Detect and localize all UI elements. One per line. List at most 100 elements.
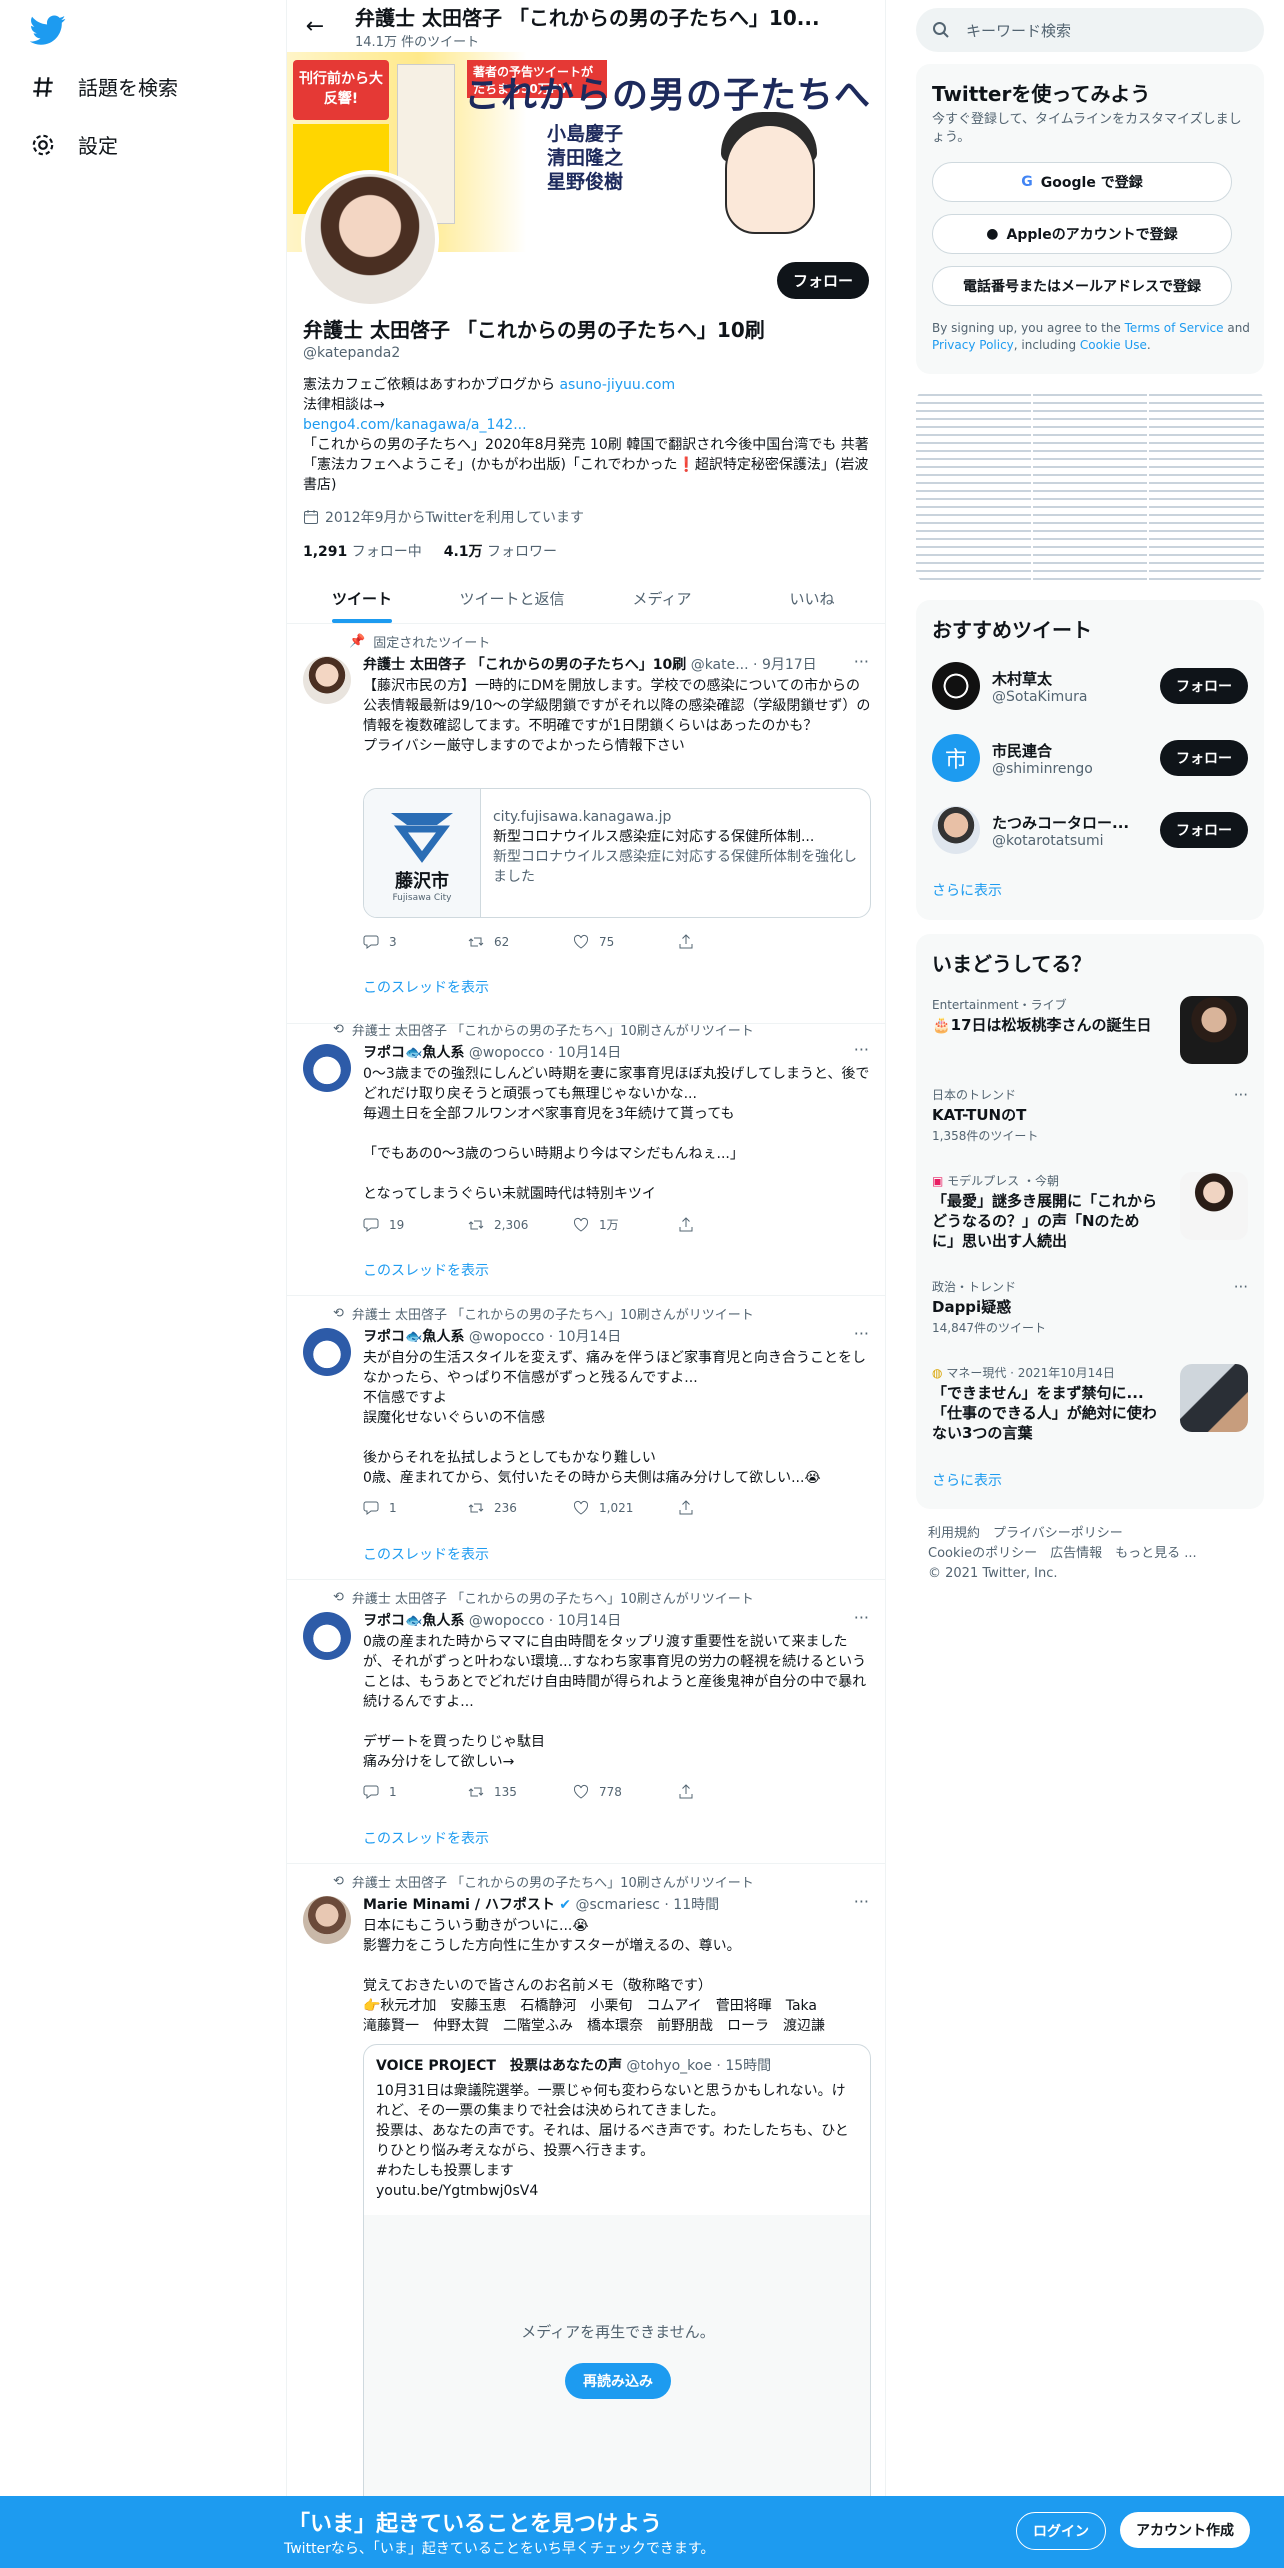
profile-name: 弁護士 太田啓子 「これからの男の子たちへ」10刷 — [303, 318, 765, 342]
share-button[interactable] — [678, 1784, 783, 1800]
show-thread-link[interactable]: このスレッドを表示 — [363, 1544, 489, 1564]
phone-email-signup-button[interactable]: 電話番号またはメールアドレスで登録 — [932, 266, 1232, 306]
retweet-button[interactable]: 236 — [468, 1500, 573, 1516]
verified-badge-icon: ✔ — [559, 1897, 572, 1913]
quoted-tweet-text: 10月31日は衆議院選挙。一票じゃ何も変わらないと思うかもしれない。けれど、その… — [376, 2083, 849, 2199]
bio-link-bengo4[interactable]: bengo4.com/kanagawa/a_142... — [303, 417, 527, 433]
trend-item[interactable]: 政治・トレンド Dappi疑惑 14,847件のツイート ··· — [932, 1278, 1248, 1336]
nav-settings[interactable]: 設定 — [30, 130, 118, 159]
share-icon — [679, 1216, 693, 1231]
more-icon[interactable]: ··· — [854, 1040, 869, 1059]
media-thumb-3[interactable] — [1149, 388, 1264, 584]
avatar[interactable] — [303, 1328, 351, 1376]
tweet-retweet-quote[interactable]: ⟲ 弁護士 太田啓子 「これからの男の子たちへ」10刷さんがリツイート Mari… — [287, 1864, 885, 2568]
search-input[interactable]: キーワード検索 — [916, 8, 1264, 52]
create-account-button[interactable]: アカウント作成 — [1120, 2512, 1250, 2548]
show-thread-link[interactable]: このスレッドを表示 — [363, 1260, 489, 1280]
tweet-actions: 1 135 778 — [363, 1784, 783, 1800]
google-signup-button[interactable]: G Google で登録 — [932, 162, 1232, 202]
reply-icon — [363, 1218, 379, 1232]
suggestion-row[interactable]: 木村草太 @SotaKimura フォロー — [932, 656, 1248, 716]
tweet-text: 【藤沢市民の方】一時的にDMを開放します。学校での感染についての市からの公表情報… — [363, 678, 871, 754]
footer-copyright: © 2021 Twitter, Inc. — [928, 1566, 1058, 1581]
more-icon[interactable]: ··· — [854, 652, 869, 671]
gear-icon — [32, 134, 54, 155]
like-button[interactable]: 778 — [573, 1784, 678, 1800]
banner-title: これからの男の子たちへ — [463, 75, 871, 116]
avatar[interactable] — [303, 1896, 351, 1944]
share-icon — [679, 1784, 693, 1799]
reply-button[interactable]: 1 — [363, 1784, 468, 1800]
tab-tweets[interactable]: ツイート — [287, 570, 437, 623]
fujisawa-logo: 藤沢市 Fujisawa City — [364, 789, 481, 917]
more-icon[interactable]: ··· — [854, 1892, 869, 1911]
avatar[interactable] — [303, 656, 351, 704]
apple-signup-button[interactable]: ● Appleのアカウントで登録 — [932, 214, 1232, 254]
follow-button[interactable]: フォロー — [1160, 812, 1248, 848]
reply-button[interactable]: 1 — [363, 1500, 468, 1516]
show-more-suggestions-link[interactable]: さらに表示 — [932, 880, 1002, 900]
footer-line-2[interactable]: Cookieのポリシー 広告情報 もっと見る ... — [928, 1544, 1258, 1564]
show-thread-link[interactable]: このスレッドを表示 — [363, 1828, 489, 1848]
link-card[interactable]: 藤沢市 Fujisawa City city.fujisawa.kanagawa… — [363, 788, 871, 918]
avatar[interactable] — [303, 1044, 351, 1092]
heart-icon — [573, 1784, 589, 1799]
media-thumb-1[interactable] — [916, 388, 1031, 584]
login-button[interactable]: ログイン — [1016, 2512, 1106, 2550]
followers-stat[interactable]: 4.1万 フォロワー — [444, 541, 557, 561]
trend-item[interactable]: ▣ モデルプレス ・今朝 「最愛」謎多き展開に「これからどうなるの？」の声「Nの… — [932, 1172, 1248, 1251]
share-button[interactable] — [678, 1216, 783, 1233]
reload-button[interactable]: 再読み込み — [565, 2363, 671, 2399]
retweet-button[interactable]: 62 — [468, 934, 573, 950]
bio-link-blog[interactable]: asuno-jiyuu.com — [559, 377, 675, 393]
profile-handle: @katepanda2 — [303, 345, 401, 361]
share-button[interactable] — [678, 1500, 783, 1516]
signup-title: Twitterを使ってみよう — [932, 82, 1151, 106]
more-icon[interactable]: ··· — [854, 1324, 869, 1343]
tweet-retweet-1[interactable]: ⟲ 弁護士 太田啓子 「これからの男の子たちへ」10刷さんがリツイート ヲポコ🐟… — [287, 1012, 885, 1296]
tweet-retweet-2[interactable]: ⟲ 弁護士 太田啓子 「これからの男の子たちへ」10刷さんがリツイート ヲポコ🐟… — [287, 1296, 885, 1580]
follow-button[interactable]: フォロー — [1160, 740, 1248, 776]
back-arrow-icon[interactable]: ← — [303, 14, 327, 39]
avatar[interactable] — [303, 1612, 351, 1660]
tweet-text: 日本にもこういう動きがついに...😭 影響力をこうした方向性に生かすスターが増え… — [363, 1918, 825, 2034]
follow-button[interactable]: フォロー — [1160, 668, 1248, 704]
trend-item[interactable]: Entertainment・ライブ 🎂17日は松坂桃李さんの誕生日 — [932, 996, 1248, 1064]
trend-item[interactable]: 日本のトレンド KAT-TUNのT 1,358件のツイート ··· — [932, 1086, 1248, 1144]
follow-button[interactable]: フォロー — [776, 262, 869, 299]
quoted-tweet[interactable]: VOICE PROJECT 投票はあなたの声 @tohyo_koe · 15時間… — [363, 2044, 871, 2514]
media-mosaic[interactable] — [916, 388, 1264, 584]
media-thumb-2[interactable] — [1032, 388, 1148, 584]
more-icon[interactable]: ··· — [854, 1608, 869, 1627]
cookie-link[interactable]: Cookie Use — [1080, 338, 1147, 352]
tab-likes[interactable]: いいね — [737, 570, 885, 623]
tab-media[interactable]: メディア — [587, 570, 737, 623]
like-button[interactable]: 75 — [573, 934, 678, 950]
footer-line-1[interactable]: 利用規約 プライバシーポリシー — [928, 1524, 1258, 1544]
tab-tweets-replies[interactable]: ツイートと返信 — [437, 570, 587, 623]
following-stat[interactable]: 1,291 フォロー中 — [303, 541, 422, 561]
nav-explore[interactable]: 話題を検索 — [30, 72, 178, 101]
twitter-logo-icon[interactable] — [30, 12, 66, 48]
privacy-link[interactable]: Privacy Policy — [932, 338, 1014, 352]
suggestion-row[interactable]: 市 市民連合 @shiminrengo フォロー — [932, 728, 1248, 788]
tweet-retweet-3[interactable]: ⟲ 弁護士 太田啓子 「これからの男の子たちへ」10刷さんがリツイート ヲポコ🐟… — [287, 1580, 885, 1864]
like-button[interactable]: 1万 — [573, 1216, 678, 1233]
retweet-button[interactable]: 135 — [468, 1784, 573, 1800]
reply-button[interactable]: 19 — [363, 1216, 468, 1233]
trend-item[interactable]: ◍ マネー現代 · 2021年10月14日 「できません」をまず禁句に...「仕… — [932, 1364, 1248, 1443]
share-button[interactable] — [678, 934, 783, 950]
tweet-pinned[interactable]: 📌 固定されたツイート 弁護士 太田啓子 「これからの男の子たちへ」10刷 @k… — [287, 624, 885, 1024]
show-thread-link[interactable]: このスレッドを表示 — [363, 977, 489, 997]
profile-avatar[interactable] — [301, 170, 439, 308]
like-button[interactable]: 1,021 — [573, 1500, 678, 1516]
suggestion-row[interactable]: たつみコータロー... @kotarotatsumi フォロー — [932, 800, 1248, 860]
retweet-button[interactable]: 2,306 — [468, 1216, 573, 1233]
pinned-label: 📌 固定されたツイート — [349, 634, 491, 651]
more-icon[interactable]: ··· — [1234, 1086, 1248, 1104]
tweet-header: ヲポコ🐟魚人系 @wopocco · 10月14日 — [363, 1613, 622, 1629]
reply-button[interactable]: 3 — [363, 934, 468, 950]
more-icon[interactable]: ··· — [1234, 1278, 1248, 1296]
terms-link[interactable]: Terms of Service — [1125, 321, 1224, 335]
show-more-trends-link[interactable]: さらに表示 — [932, 1470, 1002, 1490]
